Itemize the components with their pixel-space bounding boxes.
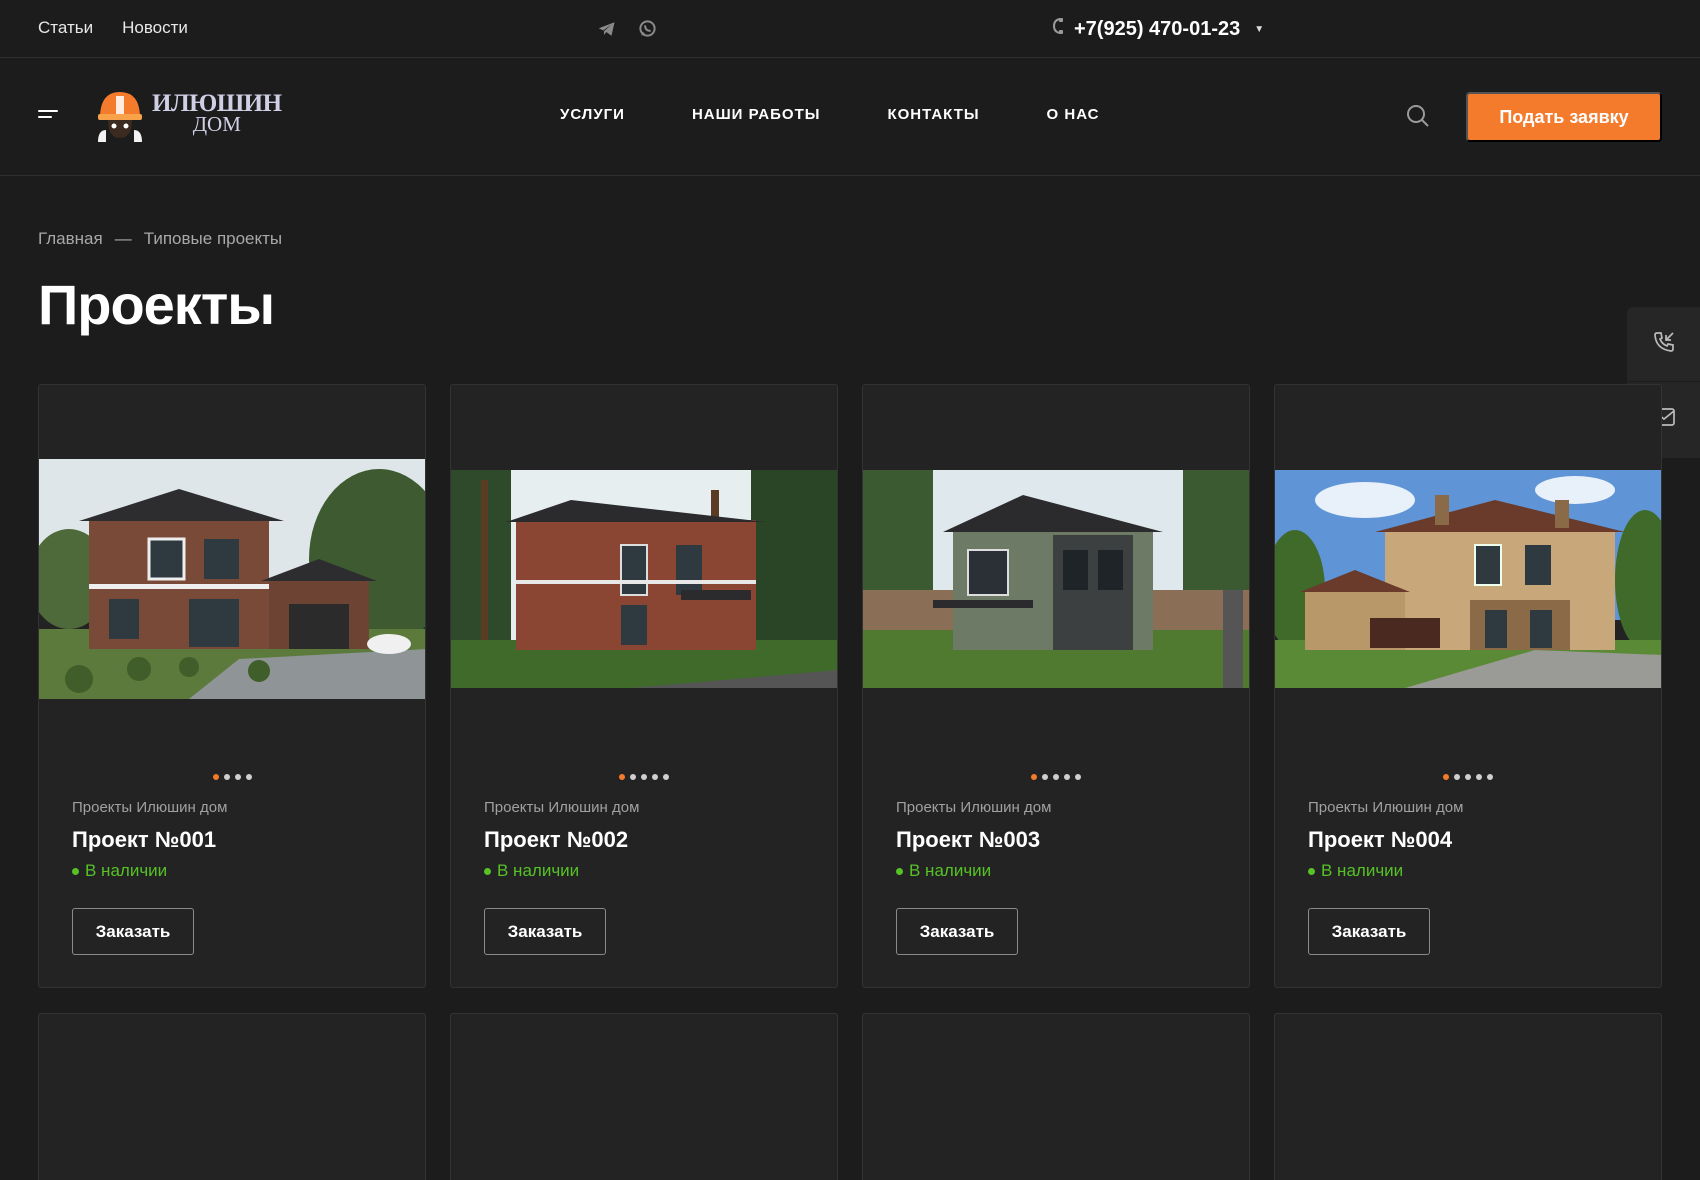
- order-button[interactable]: Заказать: [484, 908, 606, 955]
- breadcrumb-current: Типовые проекты: [143, 229, 283, 248]
- project-title[interactable]: Проект №001: [72, 827, 216, 853]
- submit-request-button[interactable]: Подать заявку: [1466, 92, 1662, 142]
- stock-status: В наличии: [72, 861, 167, 881]
- nav-item-contacts[interactable]: КОНТАКТЫ: [887, 106, 979, 123]
- breadcrumb-separator: —: [114, 229, 132, 248]
- chevron-down-icon[interactable]: ▼: [1254, 24, 1264, 35]
- nav-item-works[interactable]: НАШИ РАБОТЫ: [692, 106, 821, 123]
- project-title[interactable]: Проект №003: [896, 827, 1040, 853]
- order-button[interactable]: Заказать: [72, 908, 194, 955]
- breadcrumb: Главная — Типовые проекты: [38, 229, 282, 249]
- phone-text: +7(925) 470-01-23: [1074, 17, 1241, 40]
- project-card[interactable]: [1274, 1013, 1662, 1180]
- stock-label: В наличии: [497, 861, 580, 880]
- top-link-articles[interactable]: Статьи: [38, 18, 93, 38]
- social-links: [598, 19, 657, 43]
- stock-status: В наличии: [484, 861, 579, 881]
- stock-label: В наличии: [909, 861, 992, 880]
- top-bar: Статьи Новости +7(925) 470-01-23 ▼: [0, 0, 1700, 58]
- logo[interactable]: ИЛЮШИН ДОМ: [94, 86, 282, 142]
- project-photo[interactable]: [863, 470, 1249, 688]
- project-card[interactable]: Проекты Илюшин дом Проект №004 В наличии…: [1274, 384, 1662, 988]
- nav-item-services[interactable]: УСЛУГИ: [560, 106, 625, 123]
- stock-label: В наличии: [85, 861, 168, 880]
- project-card[interactable]: Проекты Илюшин дом Проект №001 В наличии…: [38, 384, 426, 988]
- project-card[interactable]: [450, 1013, 838, 1180]
- slider-dots[interactable]: [451, 774, 837, 780]
- order-button[interactable]: Заказать: [896, 908, 1018, 955]
- stock-label: В наличии: [1321, 861, 1404, 880]
- project-card[interactable]: Проекты Илюшин дом Проект №002 В наличии…: [450, 384, 838, 988]
- project-title[interactable]: Проект №004: [1308, 827, 1452, 853]
- project-category: Проекты Илюшин дом: [896, 799, 1052, 816]
- slider-dots[interactable]: [1275, 774, 1661, 780]
- logo-text-line2: ДОМ: [192, 112, 241, 136]
- telegram-icon[interactable]: [598, 21, 616, 42]
- nav-item-about[interactable]: О НАС: [1047, 106, 1100, 123]
- main-header: ИЛЮШИН ДОМ УСЛУГИ НАШИ РАБОТЫ КОНТАКТЫ О…: [0, 58, 1700, 176]
- in-stock-dot-icon: [1308, 867, 1315, 875]
- project-category: Проекты Илюшин дом: [1308, 799, 1464, 816]
- project-card[interactable]: [38, 1013, 426, 1180]
- page-title: Проекты: [38, 273, 275, 336]
- project-title[interactable]: Проект №002: [484, 827, 628, 853]
- phone-icon: [1052, 17, 1064, 41]
- menu-icon[interactable]: [38, 110, 58, 124]
- phone-number[interactable]: +7(925) 470-01-23 ▼: [1052, 17, 1264, 41]
- in-stock-dot-icon: [484, 867, 491, 875]
- search-icon[interactable]: [1406, 104, 1430, 133]
- slider-dots[interactable]: [39, 774, 425, 780]
- in-stock-dot-icon: [72, 867, 79, 875]
- logo-mascot-icon: [98, 92, 142, 142]
- top-link-news[interactable]: Новости: [122, 18, 188, 38]
- project-card[interactable]: Проекты Илюшин дом Проект №003 В наличии…: [862, 384, 1250, 988]
- main-nav: УСЛУГИ НАШИ РАБОТЫ КОНТАКТЫ О НАС: [560, 106, 1100, 123]
- stock-status: В наличии: [1308, 861, 1403, 881]
- in-stock-dot-icon: [896, 867, 903, 875]
- project-photo[interactable]: [1275, 470, 1661, 688]
- top-links: Статьи Новости: [38, 18, 188, 38]
- callback-button[interactable]: [1627, 307, 1700, 382]
- stock-status: В наличии: [896, 861, 991, 881]
- whatsapp-icon[interactable]: [638, 19, 657, 43]
- project-card[interactable]: [862, 1013, 1250, 1180]
- breadcrumb-home[interactable]: Главная: [38, 229, 103, 249]
- project-category: Проекты Илюшин дом: [72, 799, 228, 816]
- callback-icon: [1652, 330, 1676, 359]
- project-photo[interactable]: [451, 470, 837, 688]
- project-category: Проекты Илюшин дом: [484, 799, 640, 816]
- logo-text-line1: ИЛЮШИН: [152, 90, 282, 117]
- order-button[interactable]: Заказать: [1308, 908, 1430, 955]
- project-photo[interactable]: [39, 459, 425, 699]
- slider-dots[interactable]: [863, 774, 1249, 780]
